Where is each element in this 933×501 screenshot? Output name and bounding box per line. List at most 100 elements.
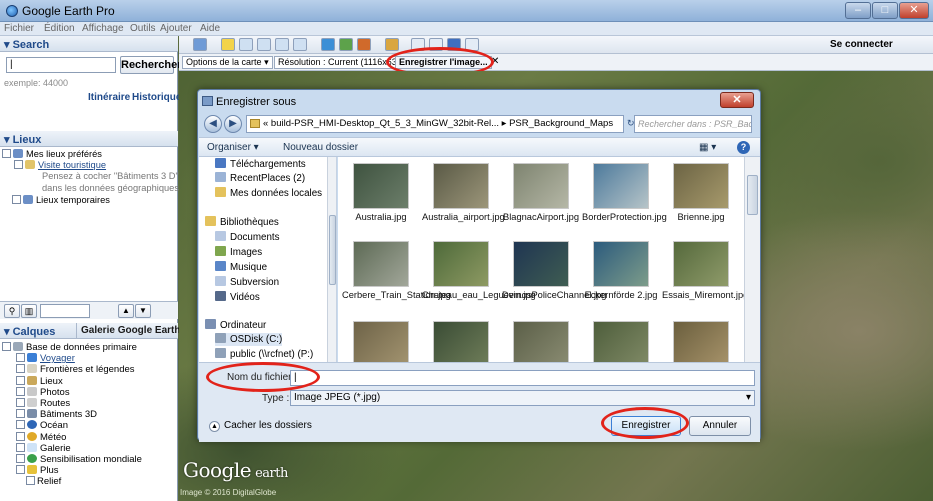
layer-item[interactable]: Galerie — [2, 442, 142, 454]
tour-icon[interactable] — [293, 38, 307, 51]
search-input[interactable]: | — [6, 57, 116, 73]
layer-item[interactable]: Bâtiments 3D — [2, 409, 142, 420]
layer-item[interactable]: Lieux — [2, 375, 142, 387]
menu-add[interactable]: Ajouter — [160, 23, 192, 34]
layer-item[interactable]: Plus — [2, 465, 142, 476]
menu-help[interactable]: Aide — [200, 23, 220, 34]
file-item[interactable]: Chateau_eau_Leguevin.jpg — [422, 241, 536, 301]
checkbox[interactable] — [16, 442, 25, 452]
search-section-header[interactable]: ▾ Search — [0, 36, 178, 52]
nav-scrollbar[interactable] — [327, 157, 336, 362]
filename-input[interactable]: | — [290, 370, 755, 386]
folder-search-input[interactable]: Rechercher dans : PSR_Backgr... — [634, 115, 752, 133]
nav-item-computer[interactable]: Ordinateur — [205, 319, 266, 332]
nav-item-recent[interactable]: RecentPlaces (2) — [215, 172, 305, 185]
file-item[interactable] — [582, 321, 660, 362]
layer-item[interactable]: Sensibilisation mondiale — [2, 453, 142, 465]
organize-menu[interactable]: Organiser ▾ — [207, 142, 259, 153]
file-item[interactable] — [342, 321, 420, 362]
search-places-button[interactable]: ⚲ — [4, 304, 20, 318]
nav-item-downloads[interactable]: Téléchargements — [215, 158, 306, 171]
help-icon[interactable]: ? — [737, 141, 750, 154]
file-item[interactable]: Australia.jpg — [342, 163, 420, 223]
menu-file[interactable]: Fichier — [4, 23, 34, 34]
search-button[interactable]: Rechercher — [120, 56, 182, 74]
tree-item-temporary[interactable]: Lieux temporaires — [2, 194, 179, 206]
ruler-icon[interactable] — [385, 38, 399, 51]
checkbox[interactable] — [16, 386, 25, 396]
polygon-icon[interactable] — [239, 38, 253, 51]
checkbox[interactable] — [16, 431, 25, 441]
file-item[interactable] — [502, 321, 580, 362]
historical-imagery-icon[interactable] — [321, 38, 335, 51]
checkbox[interactable] — [16, 453, 25, 463]
back-arrow-icon[interactable]: ◀ — [204, 115, 222, 133]
places-section-header[interactable]: ▾ Lieux — [0, 131, 178, 147]
layer-item[interactable]: Base de données primaire — [2, 342, 142, 353]
file-item[interactable]: Brienne.jpg — [662, 163, 740, 223]
map-options-dropdown[interactable]: Options de la carte ▾ — [182, 56, 273, 69]
placemark-icon[interactable] — [221, 38, 235, 51]
tree-item-favorites[interactable]: Mes lieux préférés — [2, 149, 179, 160]
panel-toggle-button[interactable]: ▥ — [21, 304, 37, 318]
file-item[interactable]: BorderProtection.jpg — [582, 163, 667, 223]
checkbox[interactable] — [16, 465, 25, 475]
cancel-button[interactable]: Annuler — [689, 416, 751, 436]
file-item[interactable]: Australia_airport.jpg — [422, 163, 505, 223]
file-item[interactable]: Eckernförde 2.jpg — [582, 241, 660, 301]
checkbox[interactable] — [16, 353, 25, 363]
gallery-tab[interactable]: Galerie Google Earth » — [76, 323, 189, 339]
file-item[interactable] — [422, 321, 500, 362]
planets-icon[interactable] — [357, 38, 371, 51]
nav-item-libraries[interactable]: Bibliothèques — [205, 216, 279, 229]
checkbox[interactable] — [16, 375, 25, 385]
checkbox[interactable] — [16, 364, 25, 374]
sidebar-toggle-icon[interactable] — [193, 38, 207, 51]
menu-view[interactable]: Affichage — [82, 23, 124, 34]
checkbox[interactable] — [16, 397, 25, 407]
path-icon[interactable] — [257, 38, 271, 51]
sun-icon[interactable] — [339, 38, 353, 51]
itinerary-link[interactable]: Itinéraire — [88, 92, 130, 103]
layer-item[interactable]: Routes — [2, 397, 142, 409]
nav-item-documents[interactable]: Documents — [215, 231, 280, 244]
new-folder-button[interactable]: Nouveau dossier — [283, 142, 358, 153]
nav-item-public-drive[interactable]: public (\\rcfnet) (P:) — [215, 348, 313, 361]
menu-tools[interactable]: Outils — [130, 23, 156, 34]
checkbox[interactable] — [16, 409, 25, 419]
layer-item[interactable]: Voyager — [2, 353, 142, 364]
nav-item-osdisk[interactable]: OSDisk (C:) — [215, 333, 283, 346]
nav-item-music[interactable]: Musique — [215, 261, 267, 274]
checkbox[interactable] — [2, 342, 11, 351]
forward-arrow-icon[interactable]: ▶ — [224, 115, 242, 133]
checkbox[interactable] — [14, 160, 23, 170]
breadcrumb-path[interactable]: « build-PSR_HMI-Desktop_Qt_5_3_MinGW_32b… — [246, 115, 624, 133]
menu-edit[interactable]: Édition — [44, 23, 75, 34]
overlay-icon[interactable] — [275, 38, 289, 51]
checkbox[interactable] — [16, 420, 25, 430]
move-down-button[interactable]: ▼ — [135, 304, 151, 318]
view-options-icon[interactable]: ▦ ▾ — [699, 142, 716, 153]
nav-item-subversion[interactable]: Subversion — [215, 276, 279, 289]
maximize-button[interactable]: □ — [872, 2, 898, 19]
checkbox[interactable] — [2, 149, 11, 158]
hide-folders-toggle[interactable]: ▲ Cacher les dossiers — [209, 420, 312, 432]
dialog-close-button[interactable]: ✕ — [720, 92, 754, 108]
file-item[interactable]: Cerbere_Train_Station.jpg — [342, 241, 451, 301]
file-item[interactable]: DemosPoliceChannel.jpg — [502, 241, 606, 301]
layer-item[interactable]: Météo — [2, 431, 142, 443]
nav-item-images[interactable]: Images — [215, 246, 262, 259]
layer-item[interactable]: Photos — [2, 386, 142, 398]
scroll-thumb[interactable] — [747, 175, 758, 215]
nav-item-videos[interactable]: Vidéos — [215, 291, 260, 304]
file-item[interactable] — [662, 321, 740, 362]
layers-filter-input[interactable] — [40, 304, 90, 318]
checkbox[interactable] — [26, 476, 35, 486]
file-item[interactable]: BlagnacAirport.jpg — [502, 163, 580, 223]
layer-item[interactable]: Relief — [2, 476, 142, 487]
layer-item[interactable]: Frontières et légendes — [2, 364, 142, 375]
layer-item[interactable]: Océan — [2, 420, 142, 431]
file-list-scrollbar[interactable] — [744, 157, 760, 362]
file-item[interactable]: Essais_Miremont.jpg — [662, 241, 744, 301]
scroll-thumb[interactable] — [329, 215, 336, 285]
